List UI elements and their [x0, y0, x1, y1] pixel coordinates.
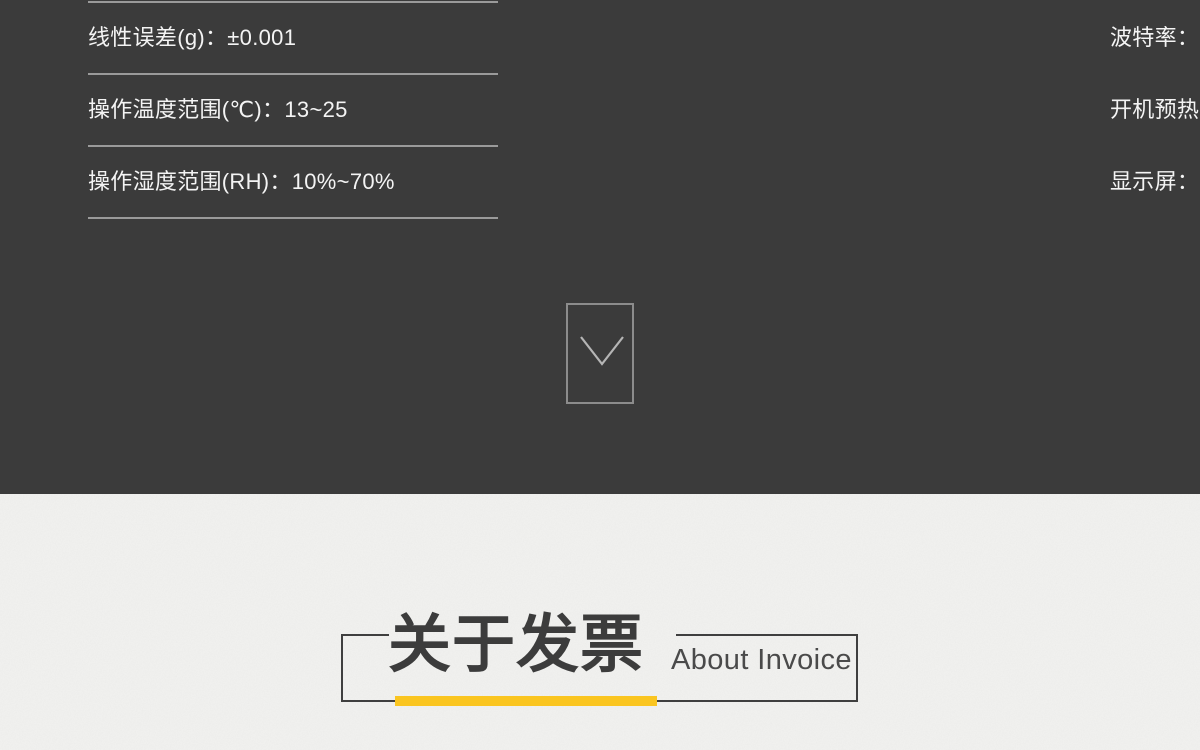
spec-label: 开机预热(分钟)：	[1110, 96, 1200, 122]
chevron-down-icon	[580, 336, 624, 366]
scroll-down-indicator[interactable]	[566, 303, 634, 404]
heading-frame-right	[856, 634, 858, 702]
specification-right-column: 波特率：300、600、1200、2400、4800、9600 开机预热(分钟)…	[498, 0, 1200, 219]
page-title: 关于发票	[388, 610, 644, 680]
specification-list-left: 线性误差(g)：±0.001 操作温度范围(℃)：13~25 操作湿度范围(RH…	[88, 1, 498, 219]
spec-row: 操作湿度范围(RH)：10%~70%	[88, 145, 498, 219]
page-root: 线性误差(g)：±0.001 操作温度范围(℃)：13~25 操作湿度范围(RH…	[0, 0, 1200, 750]
page-subtitle: About Invoice	[671, 644, 852, 676]
heading-frame-left	[341, 634, 343, 702]
specification-section: 线性误差(g)：±0.001 操作温度范围(℃)：13~25 操作湿度范围(RH…	[0, 0, 1200, 494]
spec-label: 线性误差(g)：	[88, 24, 228, 50]
spec-value: 13~25	[284, 96, 348, 122]
spec-value: 10%~70%	[291, 168, 395, 194]
specification-columns: 线性误差(g)：±0.001 操作温度范围(℃)：13~25 操作湿度范围(RH…	[0, 0, 1200, 219]
spec-row: 线性误差(g)：±0.001	[88, 1, 498, 73]
spec-row-text: 波特率：300、600、1200、2400、4800、9600	[1110, 25, 1200, 51]
spec-label: 操作湿度范围(RH)：	[88, 168, 292, 194]
spec-row-text: 线性误差(g)：±0.001	[88, 25, 296, 51]
spec-row-text: 显示屏：LCD液晶显示	[1110, 169, 1200, 195]
heading-frame-top-right	[676, 634, 858, 636]
spec-label: 显示屏：	[1110, 168, 1200, 194]
spec-label: 波特率：	[1110, 24, 1200, 50]
spec-row-text: 操作湿度范围(RH)：10%~70%	[88, 169, 395, 195]
section-heading: 关于发票 About Invoice	[341, 614, 858, 706]
spec-row-text: 开机预热(分钟)：20-30	[1110, 97, 1200, 123]
heading-accent-bar	[395, 696, 657, 706]
specification-left-column: 线性误差(g)：±0.001 操作温度范围(℃)：13~25 操作湿度范围(RH…	[0, 0, 498, 219]
spec-row: 操作温度范围(℃)：13~25	[88, 73, 498, 145]
spec-label: 操作温度范围(℃)：	[88, 96, 285, 122]
spec-value: ±0.001	[227, 24, 297, 50]
heading-frame-top-left	[341, 634, 389, 636]
spec-row-text: 操作温度范围(℃)：13~25	[88, 97, 348, 123]
